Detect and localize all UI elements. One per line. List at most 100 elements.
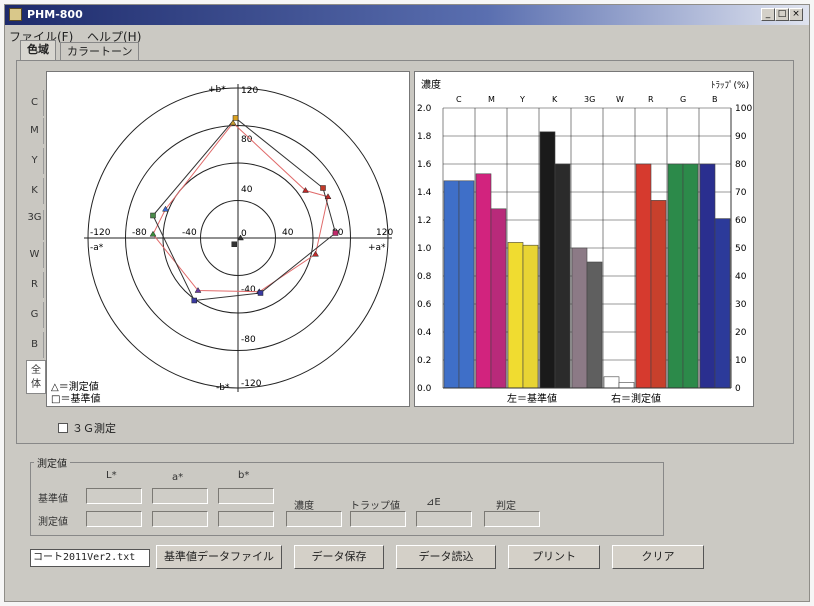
col-label-a: a*	[172, 472, 184, 483]
maximize-button[interactable]: □	[775, 8, 789, 21]
bar-left-tick-3: 1.4	[417, 188, 432, 198]
polar-tick-b-0: 120	[241, 86, 258, 96]
bar-left-tick-8: 0.4	[417, 328, 432, 338]
bar-left-title: 濃度	[421, 78, 441, 91]
side-tab-g[interactable]: G	[26, 302, 44, 328]
load-data-button[interactable]: データ読込	[396, 545, 496, 569]
reference-polygon	[152, 117, 337, 302]
reference-data-file-button[interactable]: 基準値データファイル	[156, 545, 282, 569]
bar-left-tick-1: 1.8	[417, 132, 432, 142]
bar-chart-panel: 濃度 ﾄﾗｯﾌﾟ(%) 2.0 100 1.8 90 1.6 80 1.4 70 1.2 60 1.0 5…	[414, 71, 754, 407]
bar-legend-right: 右＝測定値	[611, 392, 661, 405]
meas-b-field	[218, 511, 274, 527]
tab-color-tone[interactable]: カラートーン	[60, 42, 140, 60]
side-tab-3g[interactable]: 3G	[26, 210, 44, 240]
polar-bottom-label: -b*	[216, 383, 230, 393]
bar-right-tick-9: 10	[735, 356, 747, 366]
bar-left-tick-9: 0.2	[417, 356, 431, 366]
bar-category-8: B	[712, 95, 718, 104]
3g-measure-checkbox[interactable]	[58, 423, 68, 433]
bar-right-tick-8: 20	[735, 328, 747, 338]
bar-right-tick-4: 60	[735, 216, 747, 226]
bar-right-tick-7: 30	[735, 300, 747, 310]
clear-button[interactable]: クリア	[612, 545, 704, 569]
bar-W-measured	[618, 382, 635, 389]
side-tab-m[interactable]: M	[26, 118, 44, 144]
save-data-button[interactable]: データ保存	[294, 545, 384, 569]
bar-left-tick-0: 2.0	[417, 104, 432, 114]
bar-3G-measured	[586, 261, 603, 389]
bar-R-reference	[635, 163, 652, 389]
bar-category-1: M	[488, 95, 495, 104]
bar-R-measured	[650, 200, 667, 389]
bar-category-0: C	[456, 95, 462, 104]
bar-category-6: R	[648, 95, 654, 104]
3g-measure-label: ３Ｇ測定	[72, 422, 116, 435]
bar-category-4: 3G	[584, 95, 595, 104]
meas-a-field	[152, 511, 208, 527]
reference-point-1	[150, 212, 156, 219]
bar-right-tick-3: 70	[735, 188, 747, 198]
bar-K-measured	[554, 163, 571, 389]
side-tab-w[interactable]: W	[26, 242, 44, 268]
bar-right-tick-0: 100	[735, 104, 752, 114]
polar-right-label: +a*	[368, 243, 386, 253]
trap-field	[350, 511, 406, 527]
measured-polygon	[152, 122, 329, 293]
tab-gamut[interactable]: 色域	[20, 40, 56, 61]
title-bar: PHM-800 _ □ ×	[5, 5, 809, 25]
polar-top-label: +b*	[208, 85, 226, 95]
menu-bar: ファイル(F) ヘルプ(H)	[5, 25, 809, 44]
polar-tick-a-5: 120	[376, 228, 393, 238]
side-tab-k[interactable]: K	[26, 178, 44, 204]
bar-left-tick-5: 1.0	[417, 244, 432, 254]
polar-tick-b-5: -80	[241, 335, 256, 345]
side-tab-y[interactable]: Y	[26, 148, 44, 174]
col-label-b: b*	[238, 470, 250, 481]
bar-C-reference	[443, 180, 460, 389]
density-field	[286, 511, 342, 527]
meas-l-field	[86, 511, 142, 527]
bar-Y-reference	[507, 242, 524, 389]
bar-left-tick-2: 1.6	[417, 160, 432, 170]
label-density: 濃度	[294, 501, 314, 512]
bar-category-3: K	[552, 95, 558, 104]
side-tab-r[interactable]: R	[26, 272, 44, 298]
minimize-button[interactable]: _	[761, 8, 775, 21]
bar-M-measured	[490, 208, 507, 389]
bar-right-tick-2: 80	[735, 160, 747, 170]
label-judgement: 判定	[496, 501, 516, 512]
measured-point-5	[312, 250, 319, 257]
delta-e-field	[416, 511, 472, 527]
reference-point-4	[332, 230, 339, 236]
bar-G-reference	[667, 163, 684, 389]
polar-chart-panel: +b* -b* +a* -a* 120 80 40 0 -40 -80 -120 -120 -80 -40…	[46, 71, 410, 407]
judgement-field	[484, 511, 540, 527]
reference-point-6	[231, 241, 237, 247]
measurement-group-label: 測定値	[34, 455, 70, 470]
side-tab-c[interactable]: C	[26, 90, 44, 116]
side-tab-b[interactable]: B	[26, 332, 44, 358]
bar-right-title: ﾄﾗｯﾌﾟ(%)	[711, 80, 749, 91]
reference-point-3	[257, 290, 264, 296]
print-button[interactable]: プリント	[508, 545, 600, 569]
close-button[interactable]: ×	[789, 8, 803, 21]
bar-left-tick-6: 0.8	[417, 272, 432, 282]
ref-a-field	[152, 488, 208, 504]
bar-K-reference	[539, 131, 556, 389]
ref-l-field	[86, 488, 142, 504]
reference-point-0	[232, 115, 239, 121]
bar-Y-measured	[522, 244, 539, 389]
app-icon	[9, 8, 22, 21]
polar-tick-b-2: 40	[241, 185, 253, 195]
legend-measured: △＝測定値	[51, 380, 99, 393]
side-tab-all[interactable]: 全体	[26, 360, 46, 394]
bar-M-reference	[475, 173, 492, 389]
polar-tick-a-3: 40	[282, 228, 294, 238]
bar-category-2: Y	[519, 95, 525, 104]
file-name-field[interactable]: コート2011Ver2.txt	[30, 549, 150, 567]
bar-left-tick-10: 0.0	[417, 384, 432, 394]
bar-3G-reference	[571, 247, 588, 389]
ref-b-field	[218, 488, 274, 504]
bar-chart: 濃度 ﾄﾗｯﾌﾟ(%)2.0 1001.8 901.6 801.4 701.2 601.0 5…	[417, 78, 752, 405]
